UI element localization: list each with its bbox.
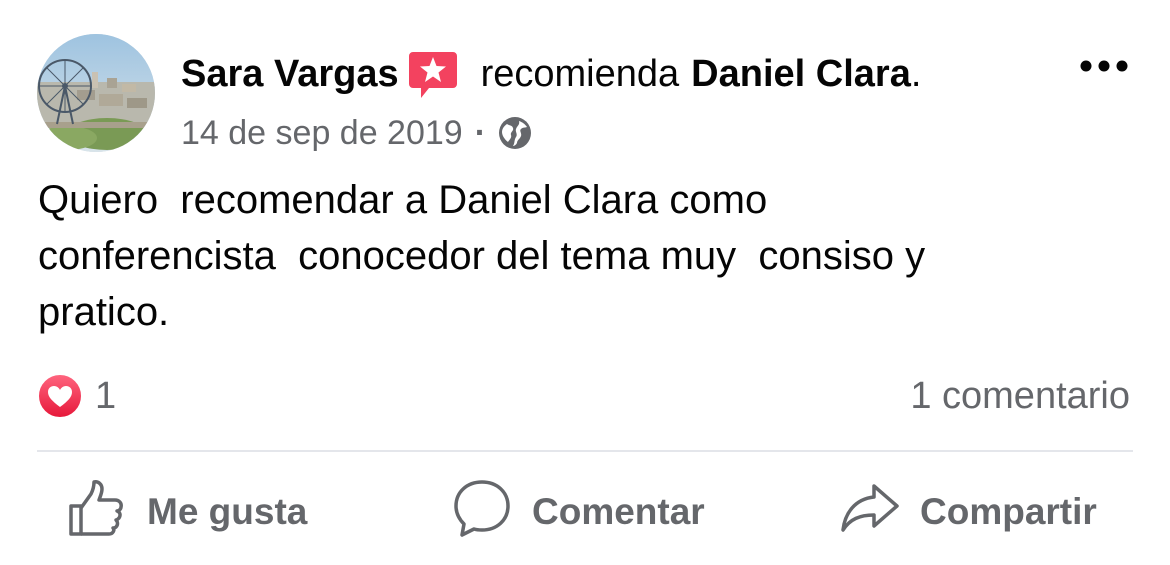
meta-separator: · [474, 113, 487, 152]
post-meta: 14 de sep de 2019 · [181, 110, 532, 156]
more-options-icon[interactable] [1077, 54, 1131, 78]
like-button[interactable]: Me gusta [67, 478, 308, 547]
author-avatar[interactable] [37, 34, 155, 152]
comment-label: Comentar [532, 491, 705, 532]
share-label: Compartir [920, 491, 1097, 532]
post-body-text: Quiero recomendar a Daniel Clara como co… [38, 178, 926, 334]
author-name[interactable]: Sara Vargas [181, 53, 399, 96]
share-button[interactable]: Compartir [840, 480, 1097, 544]
thumbs-up-icon [67, 478, 127, 547]
comments-count-link[interactable]: 1 comentario [910, 372, 1130, 420]
globe-icon [498, 116, 532, 150]
comment-bubble-icon [452, 478, 512, 547]
share-arrow-icon [840, 478, 900, 547]
post-header: Sara Vargas recomienda Daniel Clara . [181, 48, 921, 100]
recommendation-star-icon [407, 48, 459, 100]
header-period: . [910, 52, 922, 95]
like-label: Me gusta [147, 491, 308, 532]
comment-button[interactable]: Comentar [452, 478, 705, 547]
reaction-count: 1 [95, 374, 117, 417]
love-reaction-icon [37, 373, 83, 419]
recommendation-verb: recomienda [480, 52, 680, 95]
recommended-page-name[interactable]: Daniel Clara [691, 53, 911, 96]
recommendation-post: Sara Vargas recomienda Daniel Clara . 14… [0, 0, 1170, 565]
reactions-summary[interactable]: 1 [37, 372, 116, 420]
divider [37, 450, 1133, 452]
post-date[interactable]: 14 de sep de 2019 [181, 114, 463, 153]
